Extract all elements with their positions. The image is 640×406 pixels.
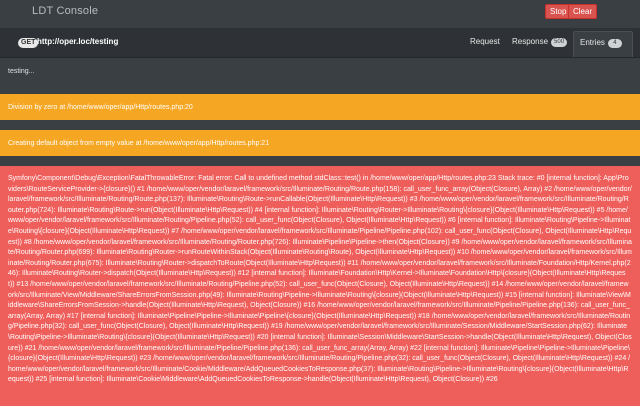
tab-response-label: Response (512, 37, 549, 46)
http-method-badge: GET (18, 38, 39, 48)
title-bar: LDT Console Stop Clear (0, 0, 640, 24)
request-toolbar: GET http://oper.loc/testing Request Resp… (0, 28, 640, 58)
log-entry-info: testing... (8, 68, 35, 75)
entries-count-badge: 4 (607, 39, 622, 48)
tab-request-label: Request (470, 37, 500, 46)
tab-response[interactable]: Response 500 (512, 37, 568, 47)
tab-request[interactable]: Request (470, 37, 500, 46)
entries-list: testing... Division by zero at /home/www… (0, 58, 640, 406)
log-entry-warning: Creating default object from empty value… (0, 130, 640, 156)
log-entry-warning: Division by zero at /home/www/oper/app/H… (0, 94, 640, 120)
window-title: LDT Console (32, 5, 99, 17)
response-status-badge: 500 (551, 38, 568, 47)
clear-button[interactable]: Clear (568, 4, 598, 19)
tab-entries-label: Entries (580, 38, 605, 47)
tab-entries[interactable]: Entries 4 (573, 31, 633, 57)
log-entry-error: Symfony\Component\Debug\Exception\FatalT… (0, 166, 640, 406)
request-url: http://oper.loc/testing (37, 37, 119, 46)
